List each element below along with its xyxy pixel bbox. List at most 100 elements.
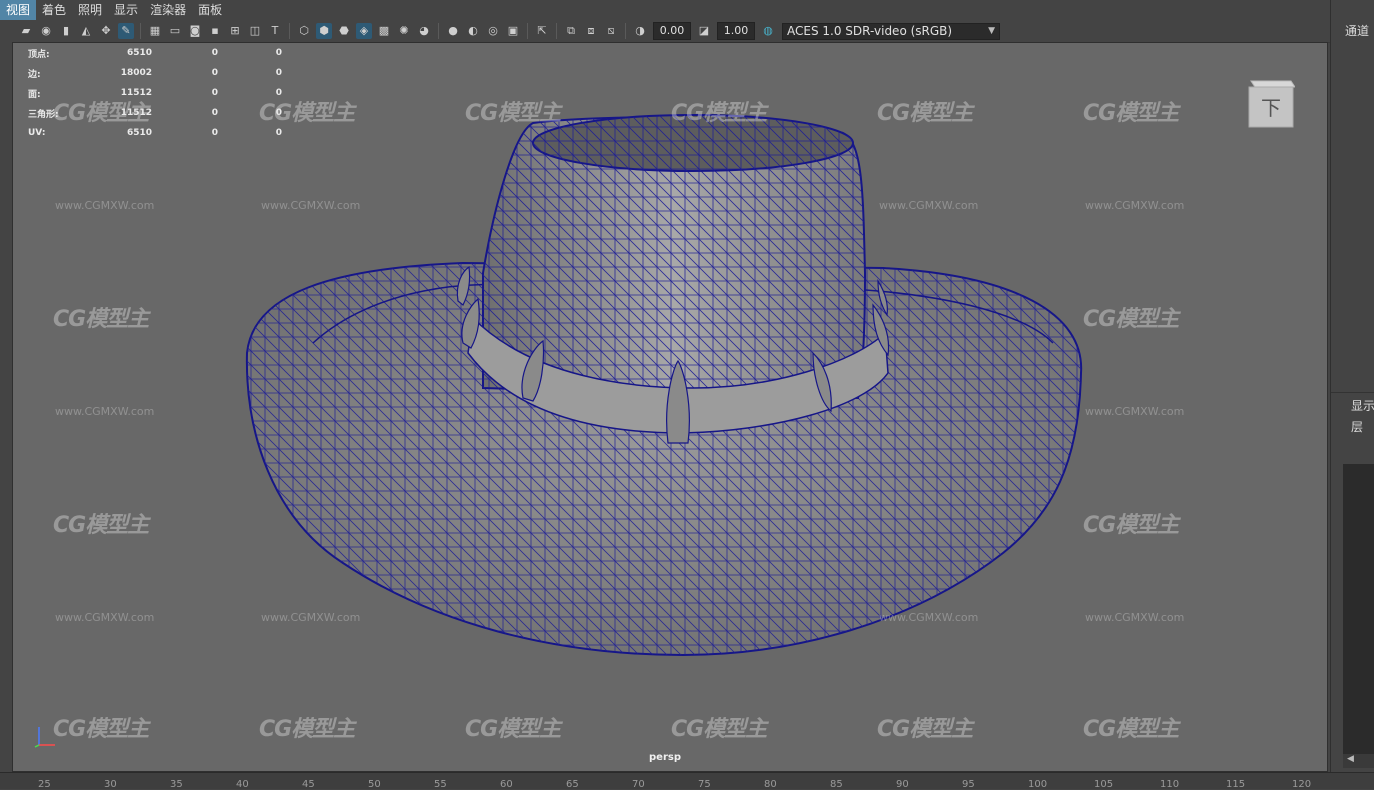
viewport-toolbar: ▰ ◉ ▮ ◭ ✥ ✎ ▦ ▭ ◙ ▪ ⊞ ◫ T ⬡ ⬢ ⬣ ◈ ▩ ✺ ◕ … (0, 20, 1330, 43)
2d-pan-zoom-icon[interactable]: ✥ (98, 23, 114, 39)
toolbar-separator (556, 23, 557, 39)
smooth-shade-icon[interactable]: ⬢ (316, 23, 332, 39)
backface-culling-icon[interactable]: ⧅ (603, 23, 619, 39)
hud-selected: 0 (211, 68, 218, 78)
exposure-icon[interactable]: ◑ (632, 23, 648, 39)
hud-value: 11512 (120, 88, 152, 98)
motion-blur-icon[interactable]: ● (445, 23, 461, 39)
tab-display[interactable]: 显示 (1351, 397, 1374, 414)
toolbar-separator (140, 23, 141, 39)
menu-show[interactable]: 显示 (108, 0, 144, 20)
hud-component: 0 (275, 128, 282, 138)
depth-of-field-icon[interactable]: ◎ (485, 23, 501, 39)
ruler-tick-label: 55 (434, 779, 447, 790)
watermark-logo: CG模型主 (877, 101, 973, 126)
image-plane-icon[interactable]: ◭ (78, 23, 94, 39)
textured-icon[interactable]: ◈ (356, 23, 372, 39)
color-management-icon[interactable]: ◍ (760, 23, 776, 39)
bookmark-icon[interactable]: ▮ (58, 23, 74, 39)
wireframe-icon[interactable]: ⬡ (296, 23, 312, 39)
hud-value: 11512 (120, 108, 152, 118)
gamma-field[interactable]: 1.00 (717, 22, 755, 40)
watermark-logo: CG模型主 (53, 513, 149, 538)
toolbar-separator (625, 23, 626, 39)
hud-row-faces: 面: 11512 0 0 (28, 83, 282, 103)
tab-layer[interactable]: 层 (1351, 418, 1363, 435)
ruler-tick-label: 40 (236, 779, 249, 790)
hud-label: 三角形: (28, 109, 59, 120)
xray-icon[interactable]: ⇱ (534, 23, 550, 39)
ruler-tick-label: 110 (1160, 779, 1180, 790)
axis-gizmo-icon (34, 727, 55, 748)
menu-shading[interactable]: 着色 (36, 0, 72, 20)
hud-component: 0 (275, 68, 282, 78)
ruler-tick-label: 90 (896, 779, 909, 790)
hud-label: UV: (28, 128, 46, 138)
time-slider-ruler[interactable]: 25 30 35 40 45 50 55 60 65 70 75 80 85 90 95 100 105 110 1… (0, 772, 1374, 790)
ruler-tick-label: 25 (38, 779, 51, 790)
hud-label: 面: (28, 89, 41, 100)
toolbar-separator (438, 23, 439, 39)
camera-attributes-icon[interactable]: ◉ (38, 23, 54, 39)
wireframe-on-shaded-icon[interactable]: ⬣ (336, 23, 352, 39)
chevron-down-icon: ▼ (988, 26, 995, 36)
hud-label: 边: (28, 69, 41, 80)
view-cube[interactable]: 下 (1247, 75, 1296, 129)
hud-component: 0 (275, 88, 282, 98)
grease-pencil-icon[interactable]: ✎ (118, 23, 134, 39)
xray-joints-icon[interactable]: ⧉ (563, 23, 579, 39)
watermark-url: www.CGMXW.com (1085, 199, 1185, 212)
shadows-icon[interactable]: ✺ (396, 23, 412, 39)
menu-lighting[interactable]: 照明 (72, 0, 108, 20)
watermark-logo: CG模型主 (1083, 101, 1179, 126)
xray-active-components-icon[interactable]: ⧈ (583, 23, 599, 39)
camera-select-icon[interactable]: ▰ (18, 23, 34, 39)
gate-mask-icon[interactable]: ▪ (207, 23, 223, 39)
ruler-tick-label: 120 (1292, 779, 1312, 790)
watermark-url: www.CGMXW.com (55, 199, 155, 212)
ruler-tick-label: 60 (500, 779, 513, 790)
resolution-gate-icon[interactable]: ◙ (187, 23, 203, 39)
layer-list[interactable] (1343, 464, 1374, 754)
watermark-logo: CG模型主 (465, 101, 561, 126)
ruler-tick-label: 100 (1028, 779, 1048, 790)
safe-title-icon[interactable]: T (267, 23, 283, 39)
hud-selected: 0 (211, 128, 218, 138)
channel-box-panel: 通道 显示 层 ◀ (1330, 0, 1374, 772)
menu-panels[interactable]: 面板 (192, 0, 228, 20)
safe-action-icon[interactable]: ◫ (247, 23, 263, 39)
scroll-left-arrow-icon[interactable]: ◀ (1347, 754, 1354, 764)
menu-renderer[interactable]: 渲染器 (144, 0, 192, 20)
isolate-select-icon[interactable]: ▣ (505, 23, 521, 39)
layer-list-scrollbar[interactable]: ◀ (1343, 754, 1374, 768)
field-chart-icon[interactable]: ⊞ (227, 23, 243, 39)
watermark-logo: CG模型主 (671, 101, 767, 126)
anti-aliasing-icon[interactable]: ◐ (465, 23, 481, 39)
ruler-tick-label: 70 (632, 779, 645, 790)
3d-viewport[interactable]: CG模型主 CG模型主 CG模型主 CG模型主 CG模型主 CG模型主 CG模型… (12, 42, 1328, 772)
film-gate-icon[interactable]: ▭ (167, 23, 183, 39)
watermark-url: www.CGMXW.com (261, 199, 361, 212)
viewport-menu-bar: 视图 着色 照明 显示 渲染器 面板 (0, 0, 1330, 20)
gamma-icon[interactable]: ◪ (696, 23, 712, 39)
ruler-tick-label: 80 (764, 779, 777, 790)
watermark-logo: CG模型主 (877, 717, 973, 742)
watermark-logo: CG模型主 (53, 307, 149, 332)
hud-selected: 0 (211, 108, 218, 118)
watermark-url: www.CGMXW.com (55, 405, 155, 418)
watermark-url: www.CGMXW.com (879, 199, 979, 212)
ruler-tick-label: 95 (962, 779, 975, 790)
panel-divider[interactable] (1331, 392, 1374, 393)
tab-channels[interactable]: 通道 (1345, 22, 1369, 39)
watermark-logo: CG模型主 (465, 717, 561, 742)
menu-view[interactable]: 视图 (0, 0, 37, 20)
view-cube-face-label: 下 (1261, 96, 1281, 120)
screen-space-ao-icon[interactable]: ◕ (416, 23, 432, 39)
grid-icon[interactable]: ▦ (147, 23, 163, 39)
exposure-field[interactable]: 0.00 (653, 22, 691, 40)
watermark-url: www.CGMXW.com (1085, 405, 1185, 418)
hud-value: 18002 (120, 68, 152, 78)
left-edge-strip (0, 42, 12, 772)
use-all-lights-icon[interactable]: ▩ (376, 23, 392, 39)
color-space-dropdown[interactable]: ACES 1.0 SDR-video (sRGB) ▼ (782, 22, 1000, 40)
